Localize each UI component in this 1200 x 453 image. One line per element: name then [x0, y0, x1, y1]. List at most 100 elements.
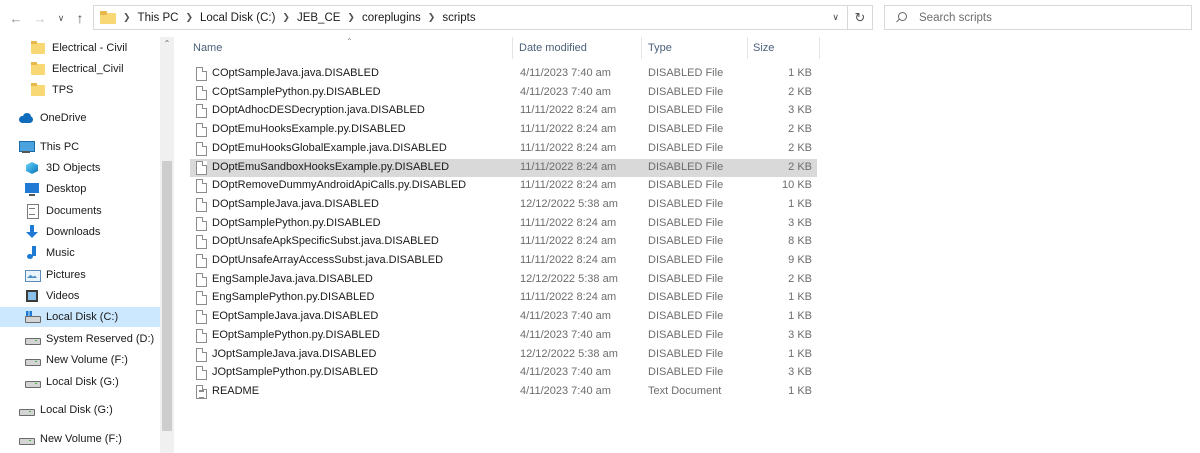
- file-row[interactable]: DOptAdhocDESDecryption.java.DISABLED 11/1…: [190, 102, 817, 120]
- forward-button[interactable]: →: [30, 8, 50, 28]
- file-type: DISABLED File: [648, 85, 724, 98]
- file-size: 3 KB: [788, 366, 812, 379]
- file-type: DISABLED File: [648, 160, 724, 173]
- file-row[interactable]: DOptEmuHooksExample.py.DISABLED 11/11/202…: [190, 121, 817, 139]
- file-row[interactable]: DOptSampleJava.java.DISABLED 12/12/2022 5…: [190, 196, 817, 214]
- file-name: DOptSamplePython.py.DISABLED: [212, 216, 381, 229]
- file-row[interactable]: EngSamplePython.py.DISABLED 11/11/2022 8:…: [190, 289, 817, 307]
- file-date-modified: 12/12/2022 5:38 am: [520, 272, 618, 285]
- sidebar-item-music[interactable]: Music: [24, 243, 75, 263]
- chevron-right-icon[interactable]: ❯: [428, 12, 436, 23]
- back-button[interactable]: ←: [6, 8, 26, 28]
- sidebar-item-local-disk-g[interactable]: Local Disk (G:): [24, 372, 119, 392]
- sidebar-item-3d-objects[interactable]: 3D Objects: [24, 158, 100, 178]
- breadcrumb-this-pc[interactable]: This PC: [138, 12, 179, 24]
- file-row[interactable]: DOptSamplePython.py.DISABLED 11/11/2022 8…: [190, 215, 817, 233]
- file-name: EOptSamplePython.py.DISABLED: [212, 328, 380, 341]
- column-header-size[interactable]: Size: [753, 42, 774, 56]
- sidebar-item-label: Local Disk (C:): [46, 311, 119, 323]
- file-row[interactable]: EOptSampleJava.java.DISABLED 4/11/2023 7:…: [190, 308, 817, 326]
- file-icon: [196, 366, 207, 381]
- up-button[interactable]: ↑: [70, 8, 90, 28]
- breadcrumb-scripts[interactable]: scripts: [442, 12, 475, 24]
- column-divider[interactable]: [819, 37, 820, 59]
- sidebar-item-pictures[interactable]: Pictures: [24, 265, 86, 285]
- file-row[interactable]: DOptUnsafeApkSpecificSubst.java.DISABLED…: [190, 233, 817, 251]
- sidebar-item-downloads[interactable]: Downloads: [24, 222, 100, 242]
- file-date-modified: 11/11/2022 8:24 am: [520, 235, 617, 248]
- navigation-bar: ← → ∨ ↑ ❯ This PC ❯ Local Disk (C:) ❯ JE…: [0, 0, 1200, 37]
- file-date-modified: 4/11/2023 7:40 am: [520, 384, 611, 397]
- column-header-date-modified[interactable]: Date modified: [519, 42, 587, 56]
- file-date-modified: 11/11/2022 8:24 am: [520, 123, 617, 136]
- file-row[interactable]: JOptSampleJava.java.DISABLED 12/12/2022 5…: [190, 346, 817, 364]
- file-row[interactable]: EOptSamplePython.py.DISABLED 4/11/2023 7:…: [190, 327, 817, 345]
- search-box[interactable]: [884, 5, 1192, 30]
- file-icon: [196, 123, 207, 138]
- file-date-modified: 11/11/2022 8:24 am: [520, 179, 617, 192]
- sidebar-item-this-pc[interactable]: This PC: [18, 137, 79, 157]
- file-name: README: [212, 384, 260, 397]
- chevron-right-icon[interactable]: ❯: [347, 12, 355, 23]
- scroll-up-icon[interactable]: ⌃: [160, 37, 174, 51]
- sidebar-item-documents[interactable]: Documents: [24, 201, 102, 221]
- file-row[interactable]: DOptRemoveDummyAndroidApiCalls.py.DISABL…: [190, 177, 817, 195]
- sidebar-item-local-disk-g-root[interactable]: Local Disk (G:): [18, 400, 113, 420]
- chevron-right-icon[interactable]: ❯: [282, 12, 290, 23]
- arrow-up-icon: ↑: [76, 10, 84, 26]
- sidebar-scrollbar[interactable]: ⌃: [160, 37, 174, 453]
- column-divider[interactable]: [641, 37, 642, 59]
- file-row[interactable]: JOptSamplePython.py.DISABLED 4/11/2023 7:…: [190, 364, 817, 382]
- file-list: ⌃ Name Date modified Type Size COptSampl…: [186, 37, 1200, 453]
- chevron-right-icon[interactable]: ❯: [123, 12, 131, 23]
- scrollbar-thumb[interactable]: [162, 161, 172, 431]
- sidebar-item-label: OneDrive: [40, 112, 87, 124]
- sidebar-item-label: Downloads: [46, 226, 101, 238]
- file-row[interactable]: EngSampleJava.java.DISABLED 12/12/2022 5:…: [190, 271, 817, 289]
- file-date-modified: 11/11/2022 8:24 am: [520, 104, 617, 117]
- address-history-dropdown[interactable]: ∨: [832, 12, 839, 23]
- file-size: 3 KB: [788, 104, 812, 117]
- sidebar-item-electrical-civil-2[interactable]: Electrical_Civil: [30, 59, 124, 79]
- chevron-right-icon[interactable]: ❯: [185, 12, 193, 23]
- file-date-modified: 4/11/2023 7:40 am: [520, 85, 611, 98]
- music-icon: [24, 246, 40, 260]
- column-header-type[interactable]: Type: [648, 42, 672, 56]
- sidebar-item-electrical-civil[interactable]: Electrical - Civil: [30, 38, 127, 58]
- folder-icon: [30, 83, 46, 97]
- folder-icon: [30, 41, 46, 55]
- file-row[interactable]: COptSampleJava.java.DISABLED 4/11/2023 7:…: [190, 65, 817, 83]
- column-header-name[interactable]: Name: [193, 42, 222, 56]
- sidebar-item-tps[interactable]: TPS: [30, 80, 73, 100]
- breadcrumb-coreplugins[interactable]: coreplugins: [362, 12, 421, 24]
- sidebar-item-local-disk-c[interactable]: Local Disk (C:): [0, 307, 160, 327]
- refresh-button[interactable]: ↻: [848, 5, 873, 30]
- breadcrumb-local-disk-c[interactable]: Local Disk (C:): [200, 12, 275, 24]
- sidebar-item-new-volume-f-root[interactable]: New Volume (F:): [18, 429, 122, 449]
- this-pc-icon: [18, 140, 35, 154]
- file-row[interactable]: DOptEmuSandboxHooksExample.py.DISABLED 11…: [190, 158, 817, 177]
- sidebar-item-desktop[interactable]: Desktop: [24, 179, 86, 199]
- search-input[interactable]: [919, 11, 1189, 24]
- navigation-pane: Electrical - Civil Electrical_Civil TPS …: [0, 37, 174, 453]
- sidebar-item-new-volume-f[interactable]: New Volume (F:): [24, 350, 128, 370]
- sidebar-item-videos[interactable]: Videos: [24, 286, 79, 306]
- downloads-icon: [24, 225, 40, 239]
- file-size: 1 KB: [788, 384, 812, 397]
- sidebar-item-label: 3D Objects: [46, 162, 101, 174]
- file-type: DISABLED File: [648, 347, 724, 360]
- recent-locations-button[interactable]: ∨: [54, 8, 68, 28]
- column-divider[interactable]: [747, 37, 748, 59]
- file-row[interactable]: DOptEmuHooksGlobalExample.java.DISABLED 1…: [190, 140, 817, 158]
- file-name: JOptSampleJava.java.DISABLED: [212, 347, 377, 360]
- address-bar[interactable]: ❯ This PC ❯ Local Disk (C:) ❯ JEB_CE ❯ c…: [93, 5, 848, 30]
- file-row[interactable]: README 4/11/2023 7:40 am Text Document 1 KB: [190, 383, 817, 401]
- file-type: DISABLED File: [648, 123, 724, 136]
- breadcrumb-jeb-ce[interactable]: JEB_CE: [297, 12, 340, 24]
- file-row[interactable]: COptSamplePython.py.DISABLED 4/11/2023 7:…: [190, 84, 817, 102]
- sidebar-item-onedrive[interactable]: OneDrive: [18, 108, 86, 128]
- column-divider[interactable]: [512, 37, 513, 59]
- file-row[interactable]: DOptUnsafeArrayAccessSubst.java.DISABLED…: [190, 252, 817, 270]
- sidebar-item-system-reserved-d[interactable]: System Reserved (D:): [24, 329, 154, 349]
- file-date-modified: 4/11/2023 7:40 am: [520, 328, 611, 341]
